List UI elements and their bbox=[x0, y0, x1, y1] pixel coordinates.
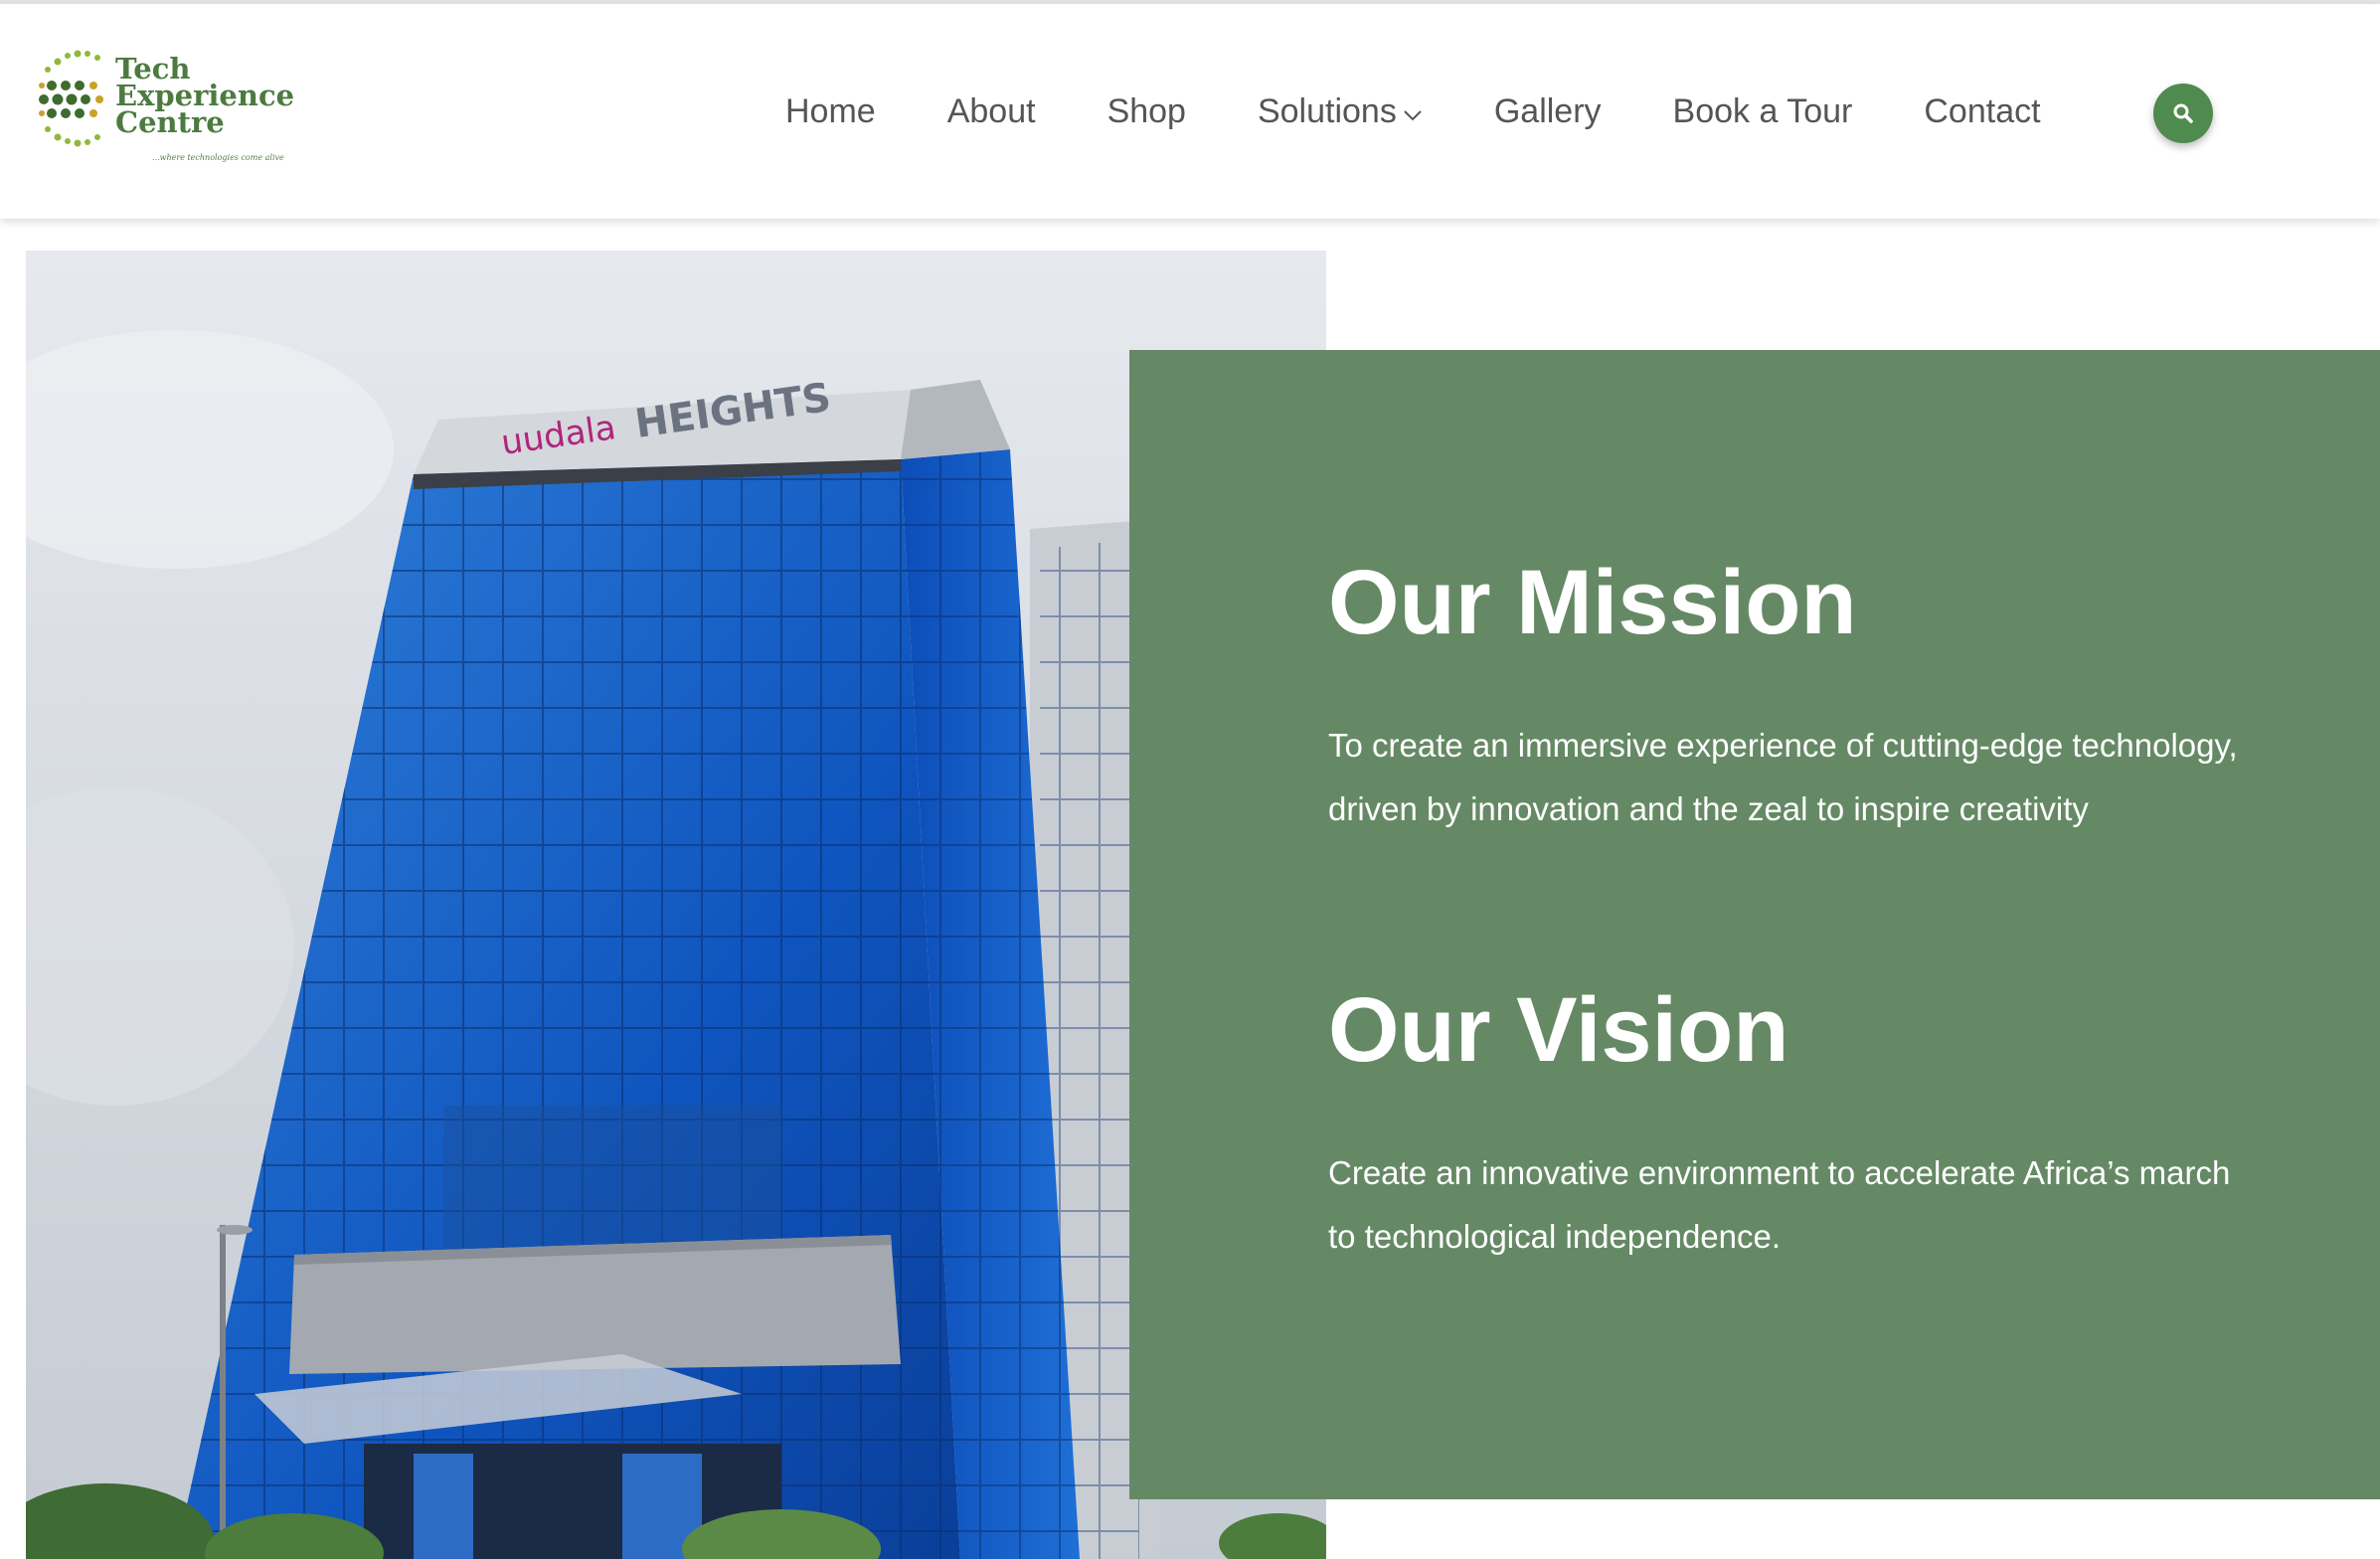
vision-heading: Our Vision bbox=[1328, 979, 1789, 1081]
logo-tagline: ...where technologies come alive bbox=[152, 153, 284, 162]
nav-solutions-label: Solutions bbox=[1257, 91, 1397, 130]
logo-dots-icon bbox=[39, 50, 103, 147]
nav-about-label: About bbox=[946, 91, 1036, 130]
nav-book-a-tour[interactable]: Book a Tour bbox=[1673, 92, 1853, 131]
nav-gallery-label: Gallery bbox=[1493, 91, 1602, 130]
logo-wordmark: Tech Experience Centre bbox=[115, 55, 294, 139]
site-header: Tech Experience Centre ...where technolo… bbox=[0, 4, 2380, 219]
main-nav: Home About Shop Solutions Gallery Book a… bbox=[756, 4, 2113, 219]
mission-text: To create an immersive experience of cut… bbox=[1328, 727, 2238, 827]
nav-shop[interactable]: Shop bbox=[1107, 92, 1186, 131]
nav-about[interactable]: About bbox=[947, 92, 1036, 131]
nav-home-label: Home bbox=[785, 91, 876, 130]
site-logo[interactable]: Tech Experience Centre ...where technolo… bbox=[38, 44, 294, 173]
logo-line-3: Centre bbox=[115, 105, 225, 139]
mission-vision-panel: Our Mission To create an immersive exper… bbox=[1129, 350, 2380, 1499]
nav-home[interactable]: Home bbox=[785, 92, 876, 131]
nav-shop-label: Shop bbox=[1106, 91, 1186, 130]
nav-gallery[interactable]: Gallery bbox=[1494, 92, 1602, 131]
chevron-down-icon bbox=[1404, 110, 1422, 121]
vision-text: Create an innovative environment to acce… bbox=[1328, 1154, 2231, 1255]
search-button[interactable] bbox=[2153, 84, 2213, 143]
nav-contact-label: Contact bbox=[1924, 91, 2041, 130]
nav-book-a-tour-label: Book a Tour bbox=[1672, 91, 1853, 130]
search-icon bbox=[2173, 103, 2193, 123]
nav-contact[interactable]: Contact bbox=[1924, 92, 2040, 131]
nav-solutions[interactable]: Solutions bbox=[1258, 92, 1423, 131]
mission-heading: Our Mission bbox=[1328, 552, 1857, 653]
